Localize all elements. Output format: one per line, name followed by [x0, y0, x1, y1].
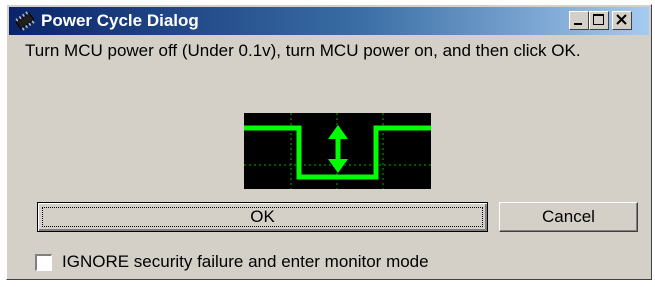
close-icon [616, 14, 627, 25]
instruction-message: Turn MCU power off (Under 0.1v), turn MC… [25, 41, 581, 60]
ignore-security-option[interactable]: IGNORE security failure and enter monito… [35, 250, 429, 274]
focus-rectangle [42, 207, 483, 227]
chip-icon [13, 10, 37, 32]
power-cycle-dialog: Power Cycle Dialog Turn MCU power off (U… [6, 4, 652, 280]
maximize-icon [593, 14, 604, 25]
ignore-security-label[interactable]: IGNORE security failure and enter monito… [62, 252, 429, 272]
minimize-button[interactable] [569, 11, 589, 30]
cancel-button-label: Cancel [542, 207, 595, 226]
close-button[interactable] [612, 11, 632, 30]
maximize-button[interactable] [589, 11, 609, 30]
window-title: Power Cycle Dialog [41, 11, 199, 30]
minimize-icon [574, 23, 582, 25]
power-cycle-waveform-icon [244, 113, 431, 189]
ok-button[interactable]: OK [37, 202, 488, 232]
cancel-button[interactable]: Cancel [499, 202, 638, 232]
title-bar[interactable]: Power Cycle Dialog [9, 7, 649, 35]
ignore-security-checkbox[interactable] [35, 253, 52, 271]
